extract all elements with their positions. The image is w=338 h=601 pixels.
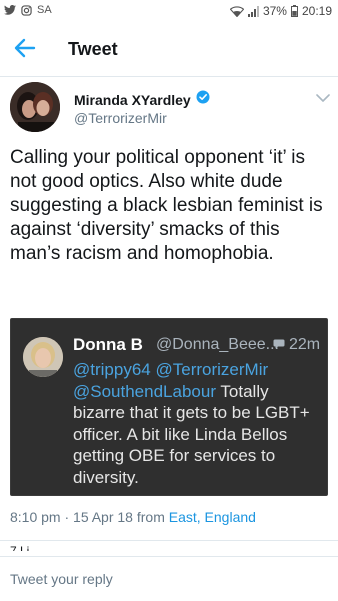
- reply-count-icon: [273, 336, 285, 354]
- carrier-label: SA: [37, 4, 52, 16]
- verified-badge-icon: [196, 90, 210, 109]
- twitter-status-icon: [4, 5, 16, 15]
- timestamp: 8:10 pm · 15 Apr 18: [10, 509, 133, 525]
- quoted-text: @trippy64 @TerrorizerMir @SouthendLabour…: [73, 359, 323, 488]
- mention-link[interactable]: @trippy64: [73, 360, 151, 379]
- status-bar: SA 37% 20:19: [0, 0, 338, 24]
- reply-bar: [0, 556, 338, 601]
- tweet-meta: 8:10 pm · 15 Apr 18 from East, England: [10, 509, 256, 525]
- battery-icon: [290, 5, 298, 17]
- status-bar-left: SA: [4, 4, 52, 16]
- engagement-stats-partial[interactable]: 7 Li...: [10, 545, 39, 551]
- author-name[interactable]: Miranda XYardley: [74, 92, 191, 108]
- avatar[interactable]: [10, 82, 60, 132]
- quoted-time-label: 22m: [289, 336, 321, 353]
- app-bar: Tweet: [0, 24, 338, 77]
- instagram-status-icon: [21, 4, 32, 16]
- quoted-time: 22m: [273, 336, 320, 354]
- wifi-icon: [229, 5, 244, 17]
- battery-percent: 37%: [262, 4, 287, 18]
- reply-input[interactable]: [10, 565, 326, 593]
- back-button[interactable]: [14, 38, 40, 62]
- tweet-options-button[interactable]: [316, 90, 330, 102]
- location-link[interactable]: East, England: [169, 509, 256, 525]
- divider: [0, 540, 338, 541]
- status-bar-right: 37% 20:19: [229, 4, 332, 18]
- quoted-tweet[interactable]: Donna B @Donna_Beee... 22m @trippy64 @Te…: [10, 318, 328, 496]
- mention-link[interactable]: @SouthendLabour: [73, 382, 216, 401]
- tweet-text: Calling your political opponent ‘it’ is …: [10, 147, 323, 264]
- author-name-row: Miranda XYardley: [74, 90, 210, 109]
- quoted-author-handle: @Donna_Beee...: [156, 336, 279, 353]
- clock: 20:19: [301, 4, 332, 18]
- signal-icon: [247, 5, 259, 17]
- quoted-avatar: [23, 337, 63, 377]
- quoted-author-name: Donna B: [73, 335, 143, 354]
- tweet-author: Miranda XYardley @TerrorizerMir: [10, 82, 330, 134]
- mention-link[interactable]: @TerrorizerMir: [155, 360, 268, 379]
- author-handle[interactable]: @TerrorizerMir: [74, 110, 167, 126]
- chevron-down-icon: [316, 94, 330, 102]
- back-arrow-icon: [14, 38, 36, 58]
- location-prefix: from: [136, 509, 165, 525]
- page-title: Tweet: [68, 39, 118, 59]
